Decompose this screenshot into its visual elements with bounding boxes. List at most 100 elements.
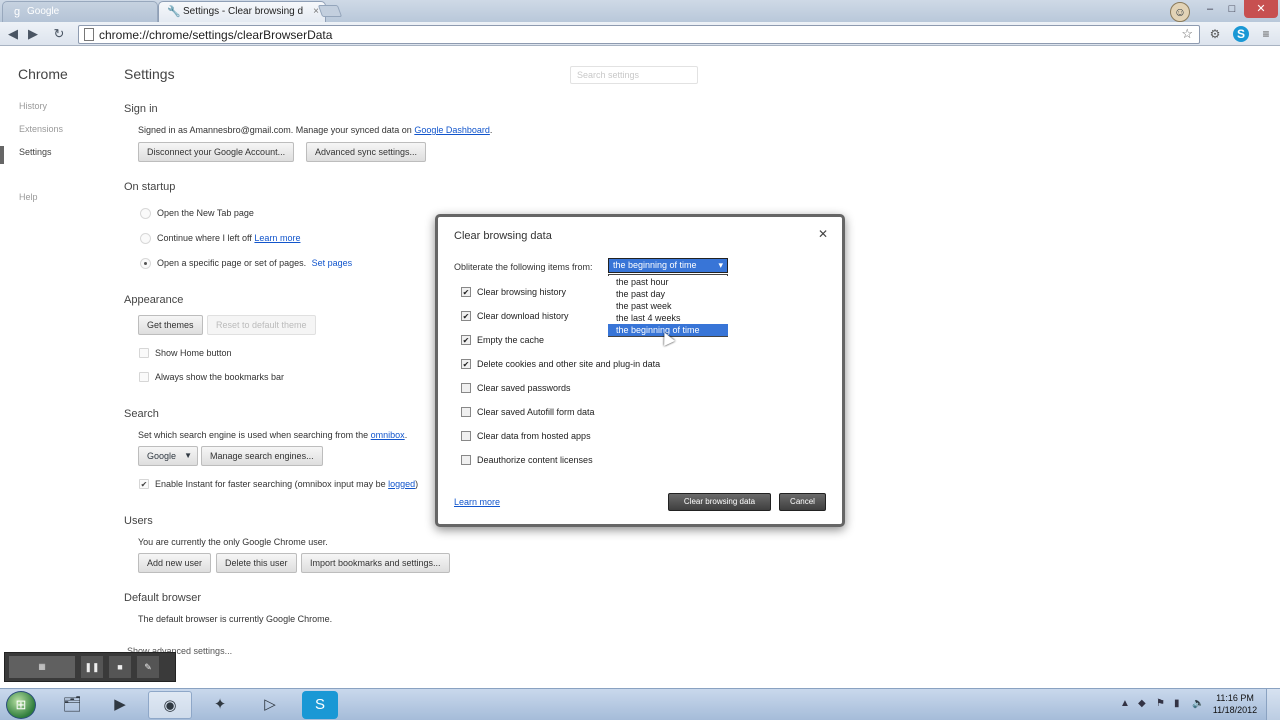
startup-heading: On startup	[124, 181, 176, 193]
empty-cache-label: Empty the cache	[477, 335, 545, 345]
extension-icon[interactable]: ⚙	[1207, 26, 1223, 42]
tab-google[interactable]: g Google	[2, 1, 158, 22]
set-pages-link[interactable]: Set pages	[312, 258, 353, 268]
time-range-select[interactable]: the beginning of time ▾	[608, 258, 728, 273]
wrench-menu-icon[interactable]: ≡	[1258, 26, 1274, 42]
app-icon[interactable]: ✦	[198, 691, 242, 719]
hosted-apps-checkbox[interactable]	[461, 431, 471, 441]
startup-learn-more-link[interactable]: Learn more	[254, 233, 300, 243]
sidebar-item-settings[interactable]: Settings	[19, 147, 52, 157]
maximize-button[interactable]: □	[1222, 0, 1242, 18]
add-user-button[interactable]: Add new user	[138, 553, 212, 573]
range-option-4weeks[interactable]: the last 4 weeks	[608, 312, 728, 324]
logged-link[interactable]: logged	[388, 479, 415, 489]
avatar-icon[interactable]: ☺	[1170, 2, 1190, 22]
tray-expand-icon[interactable]: ▲	[1120, 698, 1130, 709]
download-history-label: Clear download history	[477, 311, 569, 321]
default-browser-description: The default browser is currently Google …	[138, 614, 333, 624]
minimize-button[interactable]: –	[1200, 0, 1220, 18]
sidebar-item-extensions[interactable]: Extensions	[19, 124, 63, 134]
dialog-learn-more-link[interactable]: Learn more	[454, 497, 500, 507]
clear-browsing-data-button[interactable]: Clear browsing data	[668, 493, 771, 511]
browser-toolbar: ◀ ▶ ↻ chrome://chrome/settings/clearBrow…	[0, 22, 1280, 46]
instant-checkbox[interactable]: ✔	[139, 479, 149, 489]
startup-continue-radio[interactable]	[140, 233, 151, 244]
recorder-webcam-icon: ▦	[9, 656, 75, 678]
new-tab-button[interactable]	[317, 5, 343, 17]
system-clock[interactable]: 11:16 PM 11/18/2012	[1212, 692, 1258, 716]
time-range-value: the beginning of time	[613, 260, 697, 270]
clear-browsing-dialog: Clear browsing data ✕ Obliterate the fol…	[435, 214, 845, 527]
skype-extension-icon[interactable]: S	[1233, 26, 1249, 42]
recorder-pause-button[interactable]: ❚❚	[81, 656, 103, 678]
tab-settings[interactable]: 🔧 Settings - Clear browsing d ×	[158, 1, 326, 22]
default-browser-heading: Default browser	[124, 592, 202, 604]
startup-specific-text: Open a specific page or set of pages.	[157, 258, 307, 268]
startup-continue-label: Continue where I left off Learn more	[157, 233, 300, 243]
deauthorize-checkbox[interactable]	[461, 455, 471, 465]
reset-theme-button[interactable]: Reset to default theme	[207, 315, 316, 335]
range-option-hour[interactable]: the past hour	[608, 276, 728, 288]
empty-cache-checkbox[interactable]: ✔	[461, 335, 471, 345]
tab-title: Settings - Clear browsing d	[183, 6, 304, 17]
omnibox-link[interactable]: omnibox	[371, 430, 405, 440]
screen-recorder-widget: ▦ ❚❚ ■ ✎	[4, 652, 176, 682]
saved-passwords-checkbox[interactable]	[461, 383, 471, 393]
users-description: You are currently the only Google Chrome…	[138, 537, 328, 547]
dialog-title: Clear browsing data	[454, 230, 552, 242]
clock-date: 11/18/2012	[1212, 705, 1258, 715]
autofill-checkbox[interactable]	[461, 407, 471, 417]
volume-icon[interactable]: 🔈	[1192, 698, 1204, 709]
show-desktop-button[interactable]	[1266, 689, 1280, 720]
bookmarks-bar-checkbox[interactable]	[139, 372, 149, 382]
sidebar-title: Chrome	[18, 66, 68, 82]
network-icon[interactable]: ▮	[1174, 698, 1180, 709]
manage-search-engines-button[interactable]: Manage search engines...	[201, 446, 323, 466]
startup-specific-label: Open a specific page or set of pages. Se…	[157, 258, 352, 268]
range-option-week[interactable]: the past week	[608, 300, 728, 312]
chrome-icon[interactable]: ◉	[148, 691, 192, 719]
autofill-label: Clear saved Autofill form data	[477, 407, 595, 417]
delete-cookies-label: Delete cookies and other site and plug-i…	[477, 359, 661, 369]
get-themes-button[interactable]: Get themes	[138, 315, 203, 335]
import-bookmarks-button[interactable]: Import bookmarks and settings...	[301, 553, 450, 573]
page-icon	[84, 28, 94, 41]
reload-icon[interactable]: ↻	[50, 26, 68, 42]
forward-icon[interactable]: ▶	[24, 26, 42, 42]
recorder-draw-button[interactable]: ✎	[137, 656, 159, 678]
download-history-checkbox[interactable]: ✔	[461, 311, 471, 321]
start-button[interactable]: ⊞	[6, 691, 36, 719]
show-home-checkbox[interactable]	[139, 348, 149, 358]
windows-taskbar: ⊞ 🗂 ▶ ◉ ✦ ▷ S ▲ ◆ ⚑ ▮ 🔈 11:16 PM 11/18/2…	[0, 688, 1280, 720]
bookmark-star-icon[interactable]: ☆	[1181, 26, 1193, 42]
advanced-sync-button[interactable]: Advanced sync settings...	[306, 142, 427, 162]
recorder-stop-button[interactable]: ■	[109, 656, 131, 678]
browsing-history-checkbox[interactable]: ✔	[461, 287, 471, 297]
back-icon[interactable]: ◀	[4, 26, 22, 42]
search-engine-select[interactable]: Google ▼	[138, 446, 198, 466]
close-window-button[interactable]: ✕	[1244, 0, 1278, 18]
media-player-icon[interactable]: ▶	[98, 691, 142, 719]
startup-newtab-radio[interactable]	[140, 208, 151, 219]
delete-cookies-checkbox[interactable]: ✔	[461, 359, 471, 369]
range-option-day[interactable]: the past day	[608, 288, 728, 300]
action-center-icon[interactable]: ⚑	[1156, 698, 1165, 709]
tray-app-icon[interactable]: ◆	[1138, 698, 1146, 709]
disconnect-account-button[interactable]: Disconnect your Google Account...	[138, 142, 295, 162]
sidebar-item-help[interactable]: Help	[19, 192, 38, 202]
search-settings-input[interactable]: Search settings	[570, 66, 698, 84]
sidebar-item-history[interactable]: History	[19, 101, 47, 111]
address-bar[interactable]: chrome://chrome/settings/clearBrowserDat…	[78, 25, 1200, 44]
close-icon[interactable]: ✕	[818, 227, 828, 241]
search-description: Set which search engine is used when sea…	[138, 430, 408, 440]
skype-icon[interactable]: S	[302, 691, 338, 719]
clock-time: 11:16 PM	[1216, 693, 1254, 703]
delete-user-button[interactable]: Delete this user	[216, 553, 297, 573]
cancel-button[interactable]: Cancel	[779, 493, 826, 511]
sign-in-heading: Sign in	[124, 103, 158, 115]
explorer-icon[interactable]: 🗂	[50, 691, 94, 719]
google-dashboard-link[interactable]: Google Dashboard	[414, 125, 490, 135]
wrench-icon: 🔧	[167, 6, 181, 18]
startup-specific-radio[interactable]	[140, 258, 151, 269]
vlc-icon[interactable]: ▷	[248, 691, 292, 719]
